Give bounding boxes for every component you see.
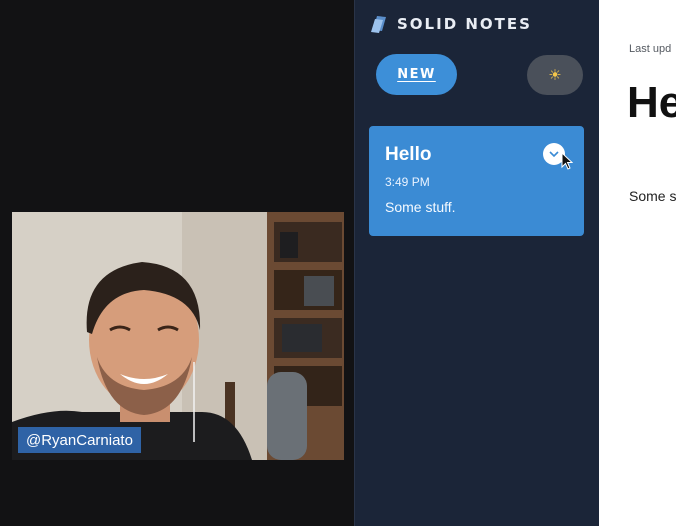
note-preview: Some stuff. xyxy=(385,199,456,215)
new-note-button[interactable]: NEW xyxy=(376,54,457,95)
webcam-feed: @RyanCarniato xyxy=(12,212,344,460)
note-timestamp: 3:49 PM xyxy=(385,175,430,189)
note-body-text[interactable]: Some s xyxy=(629,188,676,204)
paper-stack-icon xyxy=(371,16,386,33)
mouse-cursor-icon xyxy=(561,152,573,170)
note-list-item[interactable]: Hello 3:49 PM Some stuff. xyxy=(369,126,584,236)
note-editor-panel: Last upd He Some s xyxy=(599,0,676,526)
delete-icon xyxy=(549,151,559,158)
webcam-name-tag: @RyanCarniato xyxy=(18,427,141,453)
sun-icon: ☀ xyxy=(548,67,562,84)
webcam-video xyxy=(12,212,344,460)
last-updated-text: Last upd xyxy=(629,43,672,55)
note-heading[interactable]: He xyxy=(627,78,676,128)
notes-sidebar: SOLID NOTES NEW ☀ Hello 3:49 PM Some stu… xyxy=(354,0,599,526)
app-brand: SOLID NOTES xyxy=(371,14,532,34)
theme-toggle-button[interactable]: ☀ xyxy=(527,55,583,95)
note-title: Hello xyxy=(385,144,432,165)
app-title: SOLID NOTES xyxy=(397,15,532,33)
